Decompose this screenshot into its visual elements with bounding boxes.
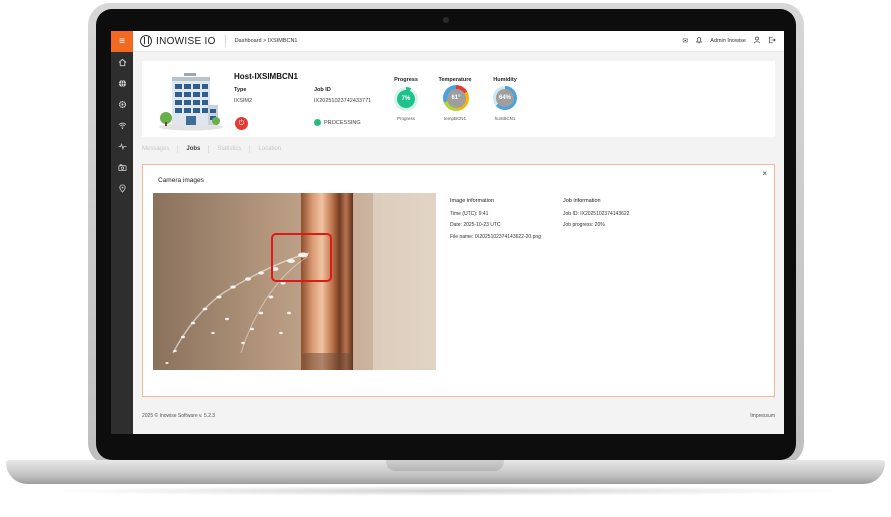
laptop-mockup: ≡ INOWISE IO Dashboard > IXSIMBCN1 ✉ Adm… bbox=[0, 0, 891, 517]
host-summary-card: Host-IXSIMBCN1 Type IXSIM2 Job ID IX2025… bbox=[142, 61, 775, 137]
temperature-sub: tempBCN1 bbox=[443, 116, 466, 121]
leak-highlight-box bbox=[271, 233, 332, 282]
logo-text: INOWISE IO bbox=[156, 35, 216, 47]
humidity-title: Humidity bbox=[493, 77, 517, 83]
job-info-id: Job ID: IX2025102374143622 bbox=[563, 211, 630, 217]
tab-divider bbox=[177, 145, 179, 153]
camera-icon[interactable] bbox=[111, 157, 133, 178]
status-dot bbox=[314, 119, 321, 126]
temperature-value: 61° bbox=[446, 88, 466, 108]
tab-jobs[interactable]: Jobs bbox=[186, 146, 200, 152]
detail-tabs: Messages Jobs Statistics Location bbox=[142, 145, 281, 153]
top-right-actions: ✉ Admin Inowise bbox=[682, 36, 776, 46]
type-label: Type bbox=[234, 87, 247, 93]
panel-title: Camera images bbox=[158, 177, 204, 184]
temperature-gauge: 61° bbox=[443, 85, 469, 111]
bell-icon[interactable] bbox=[695, 36, 703, 46]
image-file-name: File name: IX2025102374143622-20.png bbox=[450, 234, 541, 240]
progress-sub: Progress bbox=[396, 116, 415, 121]
humidity-value: 64% bbox=[496, 89, 514, 107]
logout-icon[interactable] bbox=[768, 36, 776, 46]
tab-statistics[interactable]: Statistics bbox=[217, 146, 241, 152]
laptop-shadow bbox=[40, 486, 850, 496]
gear-icon[interactable] bbox=[111, 94, 133, 115]
user-name[interactable]: Admin Inowise bbox=[710, 38, 746, 44]
globe-icon[interactable] bbox=[111, 73, 133, 94]
progress-gauge: 7% bbox=[394, 87, 418, 111]
status-text: PROCESSING bbox=[324, 120, 361, 126]
job-id-label: Job ID bbox=[314, 87, 331, 93]
divider bbox=[224, 35, 226, 47]
humidity-sub: humBCN1 bbox=[494, 116, 516, 121]
pulse-icon[interactable] bbox=[111, 136, 133, 157]
logo-mark-icon bbox=[140, 35, 152, 47]
progress-title: Progress bbox=[394, 77, 418, 83]
brand-logo[interactable]: INOWISE IO bbox=[140, 35, 216, 47]
top-bar: INOWISE IO Dashboard > IXSIMBCN1 ✉ Admin… bbox=[133, 31, 784, 52]
host-title: Host-IXSIMBCN1 bbox=[234, 72, 299, 81]
footer-impressum-link[interactable]: Impressum bbox=[750, 413, 775, 419]
footer-copyright: 2025 © Inowise Software v. 5.2.3 bbox=[142, 413, 216, 419]
close-icon[interactable]: × bbox=[762, 169, 767, 178]
building-illustration bbox=[159, 73, 223, 131]
hamburger-menu-button[interactable]: ≡ bbox=[111, 31, 133, 52]
type-value: IXSIM2 bbox=[234, 98, 253, 104]
tab-divider bbox=[208, 145, 210, 153]
temperature-title: Temperature bbox=[438, 77, 472, 83]
job-info-progress: Job progress: 20% bbox=[563, 222, 605, 228]
power-button[interactable]: ⏻ bbox=[235, 117, 248, 130]
sidebar: ≡ bbox=[111, 31, 133, 434]
laptop-notch bbox=[386, 460, 504, 471]
home-icon[interactable] bbox=[111, 52, 133, 73]
app-screen: ≡ INOWISE IO Dashboard > IXSIMBCN1 ✉ Adm… bbox=[111, 31, 784, 434]
job-info-heading: Job information bbox=[563, 198, 601, 204]
progress-value: 7% bbox=[397, 90, 415, 108]
breadcrumb[interactable]: Dashboard > IXSIMBCN1 bbox=[235, 38, 298, 44]
image-time: Time (UTC): 9:41 bbox=[450, 211, 489, 217]
tab-location[interactable]: Location bbox=[258, 146, 281, 152]
humidity-gauge: 64% bbox=[493, 86, 517, 110]
location-pin-icon[interactable] bbox=[111, 178, 133, 199]
webcam bbox=[443, 17, 449, 23]
camera-image[interactable] bbox=[153, 193, 436, 370]
job-id-value: IX20251023742433771 bbox=[314, 98, 372, 104]
image-date: Date: 2025-10-23 UTC bbox=[450, 222, 501, 228]
tab-divider bbox=[249, 145, 251, 153]
mail-icon[interactable]: ✉ bbox=[682, 38, 688, 45]
camera-images-panel: × Camera images Image information Time (… bbox=[142, 164, 775, 397]
user-icon[interactable] bbox=[753, 36, 761, 46]
tab-messages[interactable]: Messages bbox=[142, 146, 169, 152]
wifi-icon[interactable] bbox=[111, 115, 133, 136]
image-info-heading: Image information bbox=[450, 198, 495, 204]
